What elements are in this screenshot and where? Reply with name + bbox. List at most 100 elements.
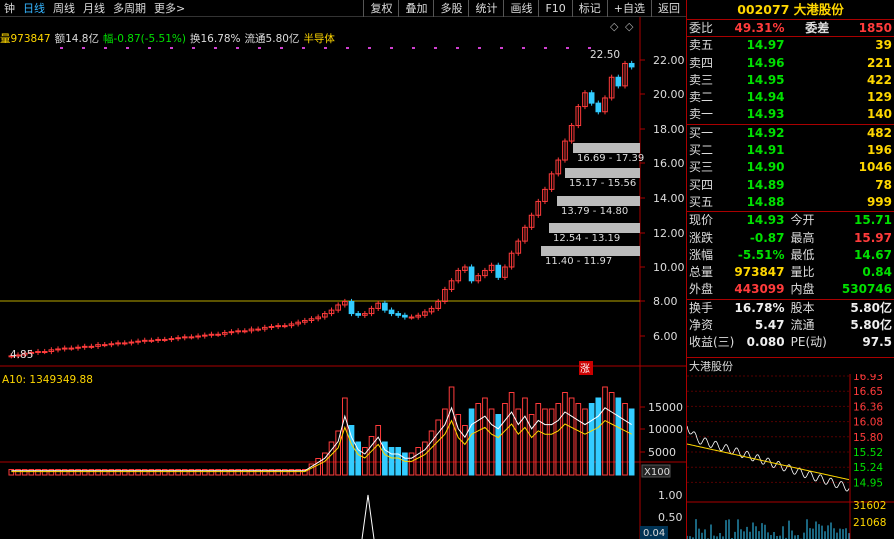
order-row: 买五 14.88 999 <box>687 194 894 211</box>
period-tab-3[interactable]: 月线 <box>79 0 109 16</box>
candle-body <box>356 314 361 316</box>
stat-row: 外盘 443099 内盘 530746 <box>687 281 894 298</box>
kline-chart[interactable]: ◇ ◇ 22.00 20.00 18.00 16.00 14.00 12.00 10.00 8… <box>0 17 686 539</box>
candle-body <box>109 344 114 345</box>
candle-body <box>156 339 161 340</box>
function-tab-7[interactable]: +自选 <box>607 0 651 17</box>
range-label: 16.69 - 17.39 <box>577 153 644 164</box>
candle-body <box>182 337 187 338</box>
order-row: 买三 14.90 1046 <box>687 159 894 176</box>
candle-body <box>396 314 401 316</box>
volume-bar <box>569 398 574 475</box>
period-tab-1[interactable]: 日线 <box>19 0 49 16</box>
candle-body <box>216 334 221 335</box>
intraday-tick: 16.93 <box>853 374 883 383</box>
stat-row: 现价 14.93 今开 15.71 <box>687 212 894 229</box>
indicator-tick: 1.00 <box>658 489 683 502</box>
candle-body <box>256 329 261 330</box>
candle-body <box>62 348 67 349</box>
stat-row: 总量 973847 量比 0.84 <box>687 264 894 281</box>
range-box <box>541 246 640 256</box>
volume-bar <box>389 448 394 476</box>
volume-bar <box>483 398 488 475</box>
price-axis: 22.00 20.00 18.00 16.00 14.00 12.00 10.00 8.00 6… <box>0 47 685 343</box>
fund-row: 净资 5.47 流通 5.80亿 <box>687 317 894 334</box>
price-tick: 6.00 <box>653 330 678 343</box>
price-tick: 12.00 <box>653 227 685 240</box>
volume-bar <box>443 409 448 475</box>
candle-body <box>102 345 107 346</box>
order-row: 买二 14.91 196 <box>687 142 894 159</box>
order-row: 卖三 14.95 422 <box>687 72 894 89</box>
intraday-vol-tick: 21068 <box>853 517 886 529</box>
candle-body <box>236 331 241 332</box>
candle-body <box>209 334 214 335</box>
candle-body <box>409 317 414 318</box>
candle-body <box>122 343 127 344</box>
intraday-tick: 14.95 <box>853 477 883 489</box>
function-tab-3[interactable]: 统计 <box>468 0 503 17</box>
intraday-tick: 16.36 <box>853 401 883 413</box>
function-tab-5[interactable]: F10 <box>538 0 571 17</box>
function-tab-4[interactable]: 画线 <box>503 0 538 17</box>
intraday-price-line <box>687 426 849 491</box>
candle-body <box>269 327 274 328</box>
price-tick: 14.00 <box>653 192 685 205</box>
volume-unit: X100 <box>644 467 670 478</box>
function-tab-2[interactable]: 多股 <box>433 0 468 17</box>
volume-bar <box>629 409 634 475</box>
price-tick: 20.00 <box>653 88 685 101</box>
candle-body <box>89 346 94 347</box>
price-tick: 18.00 <box>653 123 685 136</box>
period-tab-5[interactable]: 更多> <box>150 0 189 16</box>
gear-icon[interactable]: ◇ <box>625 20 634 33</box>
volume-ma-label: A10: 1349349.88 <box>2 374 93 386</box>
volume-bar <box>376 426 381 476</box>
volume-bar <box>409 453 414 475</box>
intraday-tick: 16.65 <box>853 386 883 398</box>
candle-body <box>276 326 281 327</box>
candle-body <box>162 339 167 340</box>
volume-bar <box>576 404 581 476</box>
intraday-chart[interactable]: 16.93 16.65 16.36 16.08 15.80 15.52 15.24 14.95… <box>687 374 894 539</box>
function-tab-8[interactable]: 返回 <box>651 0 686 17</box>
quote-panel: 002077 大港股份 委比 49.31% 委差 1850 卖五 14.97 39 卖… <box>686 0 894 539</box>
price-tick: 16.00 <box>653 157 685 170</box>
stock-title: 002077 大港股份 <box>687 0 894 20</box>
candle-body <box>136 341 141 342</box>
candle-body <box>116 343 121 344</box>
volume-bar <box>476 404 481 476</box>
candle-body <box>629 63 634 66</box>
stat-row: 涨跌 -0.87 最高 15.97 <box>687 230 894 247</box>
volume-axis: 15000100005000 <box>640 401 683 459</box>
fund-row: 收益(三) 0.080 PE(动) 97.5 <box>687 334 894 351</box>
range-label: 15.17 - 15.56 <box>569 178 636 189</box>
candlesticks <box>9 61 634 359</box>
intraday-tick: 15.52 <box>853 447 883 459</box>
function-tabs: 复权 叠加 多股 统计 画线 F10 标记 +自选 返回 <box>363 0 686 17</box>
volume-bar <box>436 420 441 475</box>
period-tab-4[interactable]: 多周期 <box>109 0 150 16</box>
quote-stats: 现价 14.93 今开 15.71 涨跌 -0.87 最高 15.97 涨幅 -5.51% 最低 14… <box>687 212 894 299</box>
function-tab-6[interactable]: 标记 <box>572 0 607 17</box>
candle-body <box>36 352 41 353</box>
period-toolbar: 钟日线 周线 月线 多周期 更多> 复权 叠加 多股 统计 画线 F10 标记 +自选 返回 <box>0 0 686 17</box>
volume-tick: 5000 <box>648 446 676 459</box>
period-tab-0[interactable]: 钟 <box>0 0 19 16</box>
candle-body <box>282 326 287 327</box>
indicator-tick: 0.50 <box>658 511 683 524</box>
ask-book: 卖五 14.97 39 卖四 14.96 221 卖三 14.95 422 卖二 14.94 129 卖… <box>687 37 894 124</box>
candle-body <box>229 332 234 333</box>
order-row: 卖四 14.96 221 <box>687 55 894 72</box>
diamond-icon[interactable]: ◇ <box>610 20 619 33</box>
period-tab-2[interactable]: 周线 <box>49 0 79 16</box>
candle-body <box>403 315 408 317</box>
volume-bar <box>463 426 468 476</box>
candle-body <box>69 348 74 349</box>
intraday-title: 大港股份 <box>687 357 894 374</box>
volume-bar <box>523 398 528 475</box>
function-tab-0[interactable]: 复权 <box>363 0 398 17</box>
range-box <box>565 168 640 178</box>
volume-bar <box>549 409 554 475</box>
function-tab-1[interactable]: 叠加 <box>398 0 433 17</box>
